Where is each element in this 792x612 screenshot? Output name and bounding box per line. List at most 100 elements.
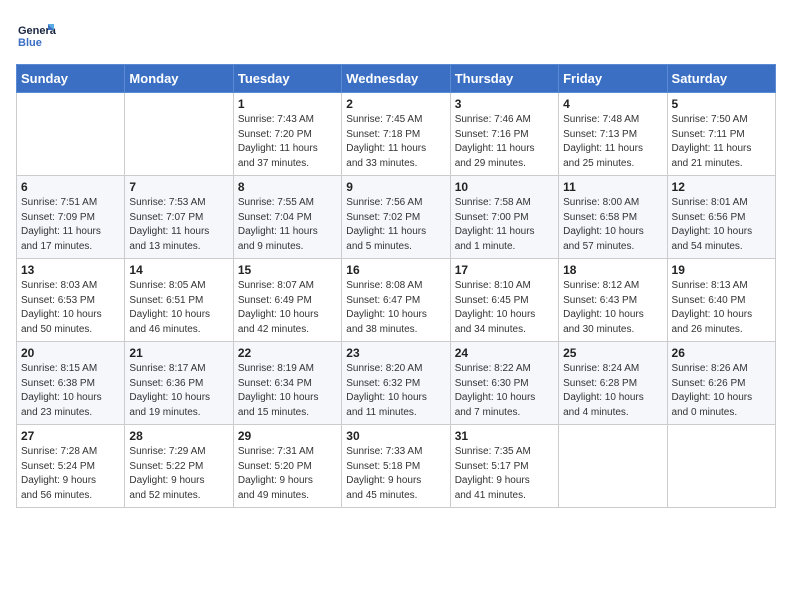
calendar-cell: 22 Sunrise: 8:19 AM Sunset: 6:34 PM Dayli… [233,342,341,425]
calendar-cell: 12 Sunrise: 8:01 AM Sunset: 6:56 PM Dayli… [667,176,775,259]
calendar-cell: 25Sunrise: 8:24 AM Sunset: 6:28 PM Dayli… [559,342,667,425]
day-info: Sunrise: 8:07 AM Sunset: 6:49 PM Dayligh… [238,279,337,337]
calendar-cell: 27Sunrise: 7:28 AM Sunset: 5:24 PM Dayli… [17,425,125,508]
day-number: 17 [455,263,554,277]
day-number: 2 [346,97,445,111]
day-number: 1 [238,97,337,111]
day-info: Sunrise: 8:08 AM Sunset: 6:47 PM Dayligh… [346,279,445,337]
calendar-cell: 8 Sunrise: 7:55 AM Sunset: 7:04 PM Daylig… [233,176,341,259]
day-info: Sunrise: 8:05 AM Sunset: 6:51 PM Dayligh… [129,279,228,337]
calendar-cell: 6 Sunrise: 7:51 AM Sunset: 7:09 PM Daylig… [17,176,125,259]
day-info: Sunrise: 8:10 AM Sunset: 6:45 PM Dayligh… [455,279,554,337]
day-info: Sunrise: 7:55 AM Sunset: 7:04 PM Dayligh… [238,196,337,254]
calendar-week-row: 6 Sunrise: 7:51 AM Sunset: 7:09 PM Daylig… [17,176,776,259]
day-number: 4 [563,97,662,111]
day-number: 6 [21,180,120,194]
day-number: 15 [238,263,337,277]
calendar-cell: 13 Sunrise: 8:03 AM Sunset: 6:53 PM Dayli… [17,259,125,342]
page-header: General Blue [16,16,776,56]
day-info: Sunrise: 8:00 AM Sunset: 6:58 PM Dayligh… [563,196,662,254]
day-info: Sunrise: 8:19 AM Sunset: 6:34 PM Dayligh… [238,362,337,420]
calendar-cell: 19Sunrise: 8:13 AM Sunset: 6:40 PM Dayli… [667,259,775,342]
svg-text:Blue: Blue [18,37,42,49]
day-number: 29 [238,429,337,443]
calendar-cell: 18Sunrise: 8:12 AM Sunset: 6:43 PM Dayli… [559,259,667,342]
calendar-cell: 7 Sunrise: 7:53 AM Sunset: 7:07 PM Daylig… [125,176,233,259]
calendar-cell: 20Sunrise: 8:15 AM Sunset: 6:38 PM Dayli… [17,342,125,425]
day-info: Sunrise: 8:24 AM Sunset: 6:28 PM Dayligh… [563,362,662,420]
calendar-cell: 3 Sunrise: 7:46 AM Sunset: 7:16 PM Daylig… [450,93,558,176]
calendar-cell: 23 Sunrise: 8:20 AM Sunset: 6:32 PM Dayli… [342,342,450,425]
weekday-header: Saturday [667,65,775,93]
calendar-cell: 31Sunrise: 7:35 AM Sunset: 5:17 PM Dayli… [450,425,558,508]
calendar-cell: 2 Sunrise: 7:45 AM Sunset: 7:18 PM Daylig… [342,93,450,176]
weekday-header: Monday [125,65,233,93]
day-info: Sunrise: 7:53 AM Sunset: 7:07 PM Dayligh… [129,196,228,254]
calendar-week-row: 13 Sunrise: 8:03 AM Sunset: 6:53 PM Dayli… [17,259,776,342]
calendar-cell: 30 Sunrise: 7:33 AM Sunset: 5:18 PM Dayli… [342,425,450,508]
calendar-cell: 29 Sunrise: 7:31 AM Sunset: 5:20 PM Dayli… [233,425,341,508]
day-number: 23 [346,346,445,360]
day-number: 24 [455,346,554,360]
day-info: Sunrise: 7:56 AM Sunset: 7:02 PM Dayligh… [346,196,445,254]
day-number: 16 [346,263,445,277]
day-number: 12 [672,180,771,194]
day-info: Sunrise: 7:31 AM Sunset: 5:20 PM Dayligh… [238,445,337,503]
day-info: Sunrise: 7:46 AM Sunset: 7:16 PM Dayligh… [455,113,554,171]
calendar-cell: 14 Sunrise: 8:05 AM Sunset: 6:51 PM Dayli… [125,259,233,342]
calendar-cell: 16 Sunrise: 8:08 AM Sunset: 6:47 PM Dayli… [342,259,450,342]
day-info: Sunrise: 8:22 AM Sunset: 6:30 PM Dayligh… [455,362,554,420]
calendar-header: SundayMondayTuesdayWednesdayThursdayFrid… [17,65,776,93]
day-number: 26 [672,346,771,360]
calendar-cell: 21Sunrise: 8:17 AM Sunset: 6:36 PM Dayli… [125,342,233,425]
calendar-cell [667,425,775,508]
day-info: Sunrise: 8:20 AM Sunset: 6:32 PM Dayligh… [346,362,445,420]
day-number: 7 [129,180,228,194]
day-number: 22 [238,346,337,360]
day-info: Sunrise: 7:33 AM Sunset: 5:18 PM Dayligh… [346,445,445,503]
calendar-cell: 28 Sunrise: 7:29 AM Sunset: 5:22 PM Dayli… [125,425,233,508]
day-number: 3 [455,97,554,111]
day-number: 13 [21,263,120,277]
calendar-body: 1 Sunrise: 7:43 AM Sunset: 7:20 PM Daylig… [17,93,776,508]
day-number: 19 [672,263,771,277]
day-number: 28 [129,429,228,443]
day-info: Sunrise: 7:51 AM Sunset: 7:09 PM Dayligh… [21,196,120,254]
day-info: Sunrise: 8:01 AM Sunset: 6:56 PM Dayligh… [672,196,771,254]
calendar-cell: 15 Sunrise: 8:07 AM Sunset: 6:49 PM Dayli… [233,259,341,342]
calendar-cell: 24 Sunrise: 8:22 AM Sunset: 6:30 PM Dayli… [450,342,558,425]
day-number: 31 [455,429,554,443]
calendar-cell: 17 Sunrise: 8:10 AM Sunset: 6:45 PM Dayli… [450,259,558,342]
day-number: 14 [129,263,228,277]
weekday-header: Sunday [17,65,125,93]
day-number: 11 [563,180,662,194]
weekday-header: Tuesday [233,65,341,93]
weekday-header: Friday [559,65,667,93]
calendar-cell: 11 Sunrise: 8:00 AM Sunset: 6:58 PM Dayli… [559,176,667,259]
day-info: Sunrise: 7:50 AM Sunset: 7:11 PM Dayligh… [672,113,771,171]
weekday-header: Wednesday [342,65,450,93]
calendar-cell: 4Sunrise: 7:48 AM Sunset: 7:13 PM Daylig… [559,93,667,176]
logo-icon: General Blue [16,16,56,56]
day-number: 30 [346,429,445,443]
calendar-cell [17,93,125,176]
day-info: Sunrise: 7:29 AM Sunset: 5:22 PM Dayligh… [129,445,228,503]
day-info: Sunrise: 8:15 AM Sunset: 6:38 PM Dayligh… [21,362,120,420]
day-info: Sunrise: 7:58 AM Sunset: 7:00 PM Dayligh… [455,196,554,254]
day-info: Sunrise: 8:12 AM Sunset: 6:43 PM Dayligh… [563,279,662,337]
day-info: Sunrise: 7:45 AM Sunset: 7:18 PM Dayligh… [346,113,445,171]
calendar-cell: 9Sunrise: 7:56 AM Sunset: 7:02 PM Daylig… [342,176,450,259]
calendar-cell: 10 Sunrise: 7:58 AM Sunset: 7:00 PM Dayli… [450,176,558,259]
day-info: Sunrise: 7:43 AM Sunset: 7:20 PM Dayligh… [238,113,337,171]
calendar-cell [125,93,233,176]
day-info: Sunrise: 8:03 AM Sunset: 6:53 PM Dayligh… [21,279,120,337]
day-number: 5 [672,97,771,111]
calendar-week-row: 27Sunrise: 7:28 AM Sunset: 5:24 PM Dayli… [17,425,776,508]
calendar-cell: 5 Sunrise: 7:50 AM Sunset: 7:11 PM Daylig… [667,93,775,176]
day-number: 10 [455,180,554,194]
calendar-cell [559,425,667,508]
day-number: 21 [129,346,228,360]
weekday-header: Thursday [450,65,558,93]
day-number: 8 [238,180,337,194]
calendar-week-row: 20Sunrise: 8:15 AM Sunset: 6:38 PM Dayli… [17,342,776,425]
